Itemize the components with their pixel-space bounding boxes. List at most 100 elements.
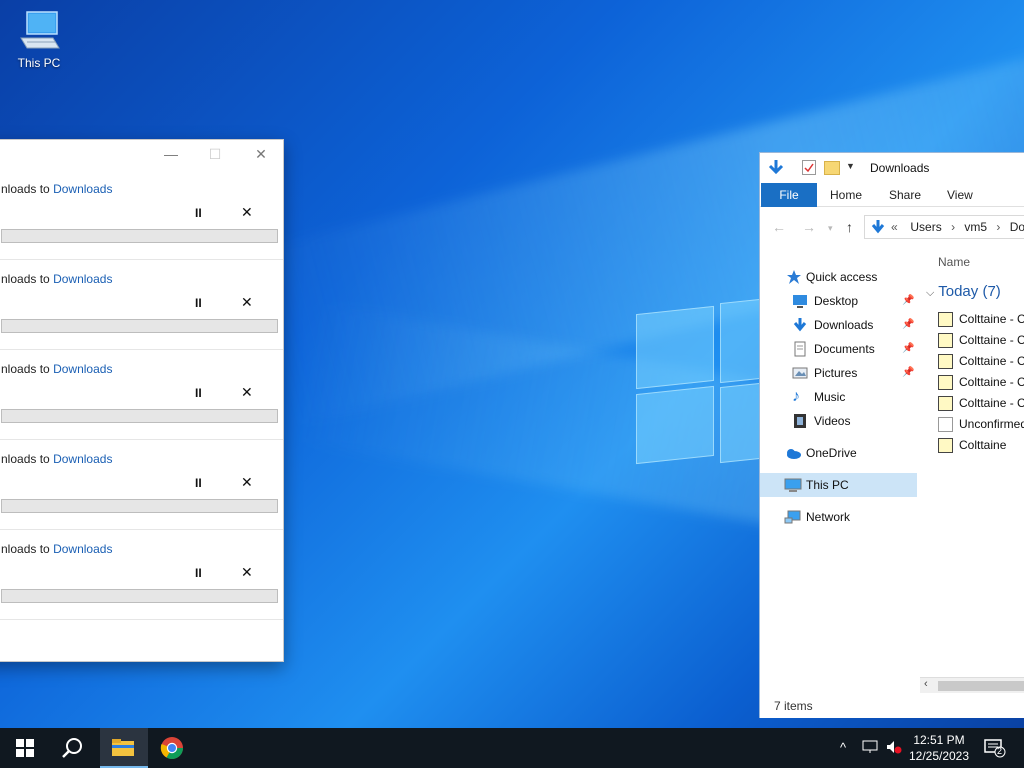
- cancel-button[interactable]: ✕: [241, 294, 253, 311]
- destination-link[interactable]: Downloads: [53, 182, 112, 196]
- desktop-icon-this-pc[interactable]: This PC: [10, 8, 68, 70]
- minimize-button[interactable]: —: [161, 146, 181, 162]
- download-source-text: nloads: [1, 452, 37, 466]
- nav-this-pc[interactable]: This PC: [760, 473, 917, 497]
- show-hidden-icons-chevron-up-icon[interactable]: ^: [840, 740, 846, 755]
- download-source-text: nloads: [1, 542, 37, 556]
- action-center-button[interactable]: 2: [984, 738, 1006, 761]
- address-bar[interactable]: « Users › vm5 › Dow: [864, 215, 1024, 239]
- video-icon: [792, 413, 808, 429]
- nav-desktop[interactable]: Desktop 📌: [760, 289, 917, 313]
- file-explorer-window[interactable]: ▼ Downloads File Home Share View ← → ▾ ↑…: [759, 152, 1024, 718]
- column-header-name[interactable]: Name: [938, 255, 970, 269]
- star-icon: [786, 269, 802, 285]
- nav-network[interactable]: Network: [760, 505, 917, 529]
- download-item: nloads to Downloads II ✕: [0, 260, 283, 350]
- windows-start-icon: [16, 739, 34, 757]
- pause-button[interactable]: II: [195, 296, 202, 310]
- group-header-today[interactable]: ⌵ Today (7): [926, 283, 1001, 300]
- downloads-window[interactable]: — ☐ ✕ nloads to Downloads II ✕ nloads to…: [0, 139, 284, 662]
- download-item: nloads to Downloads II ✕: [0, 440, 283, 530]
- clock-date: 12/25/2023: [908, 749, 970, 763]
- cloud-icon: [784, 445, 801, 461]
- download-item: nloads to Downloads II ✕: [0, 170, 283, 260]
- title-bar[interactable]: — ☐ ✕: [0, 140, 283, 170]
- start-button[interactable]: [0, 728, 48, 768]
- desktop-icon-label: This PC: [17, 56, 61, 70]
- back-arrow-icon[interactable]: ←: [772, 219, 786, 235]
- to-text: to: [39, 362, 50, 376]
- maximize-button[interactable]: ☐: [205, 146, 225, 162]
- progress-bar: [1, 589, 278, 603]
- cancel-button[interactable]: ✕: [241, 474, 253, 491]
- system-clock[interactable]: 12:51 PM 12/25/2023: [900, 732, 978, 764]
- scrollbar-thumb[interactable]: [938, 681, 1024, 691]
- chevron-down-icon[interactable]: ▼: [846, 161, 855, 171]
- tab-file[interactable]: File: [761, 183, 817, 207]
- taskbar-file-explorer[interactable]: [100, 728, 148, 768]
- tab-share[interactable]: Share: [889, 183, 921, 207]
- new-folder-icon[interactable]: [824, 161, 840, 175]
- horizontal-scrollbar[interactable]: ‹: [920, 677, 1024, 693]
- cancel-button[interactable]: ✕: [241, 564, 253, 581]
- scroll-left-icon[interactable]: ‹: [924, 678, 928, 690]
- nav-videos[interactable]: Videos: [760, 409, 917, 433]
- pause-button[interactable]: II: [195, 206, 202, 220]
- destination-link[interactable]: Downloads: [53, 542, 112, 556]
- close-button[interactable]: ✕: [251, 146, 271, 162]
- download-item: nloads to Downloads II ✕: [0, 530, 283, 620]
- file-list: Name ⌵ Today (7) Colttaine - C Colttaine…: [920, 243, 1024, 683]
- download-description: nloads to Downloads: [1, 272, 112, 286]
- desktop-icon: [792, 293, 808, 309]
- nav-music[interactable]: ♪ Music: [760, 385, 917, 409]
- download-description: nloads to Downloads: [1, 542, 112, 556]
- network-status-icon[interactable]: [862, 740, 878, 757]
- up-arrow-icon[interactable]: ↑: [846, 219, 853, 235]
- nav-onedrive[interactable]: OneDrive: [760, 441, 917, 465]
- nav-downloads[interactable]: Downloads 📌: [760, 313, 917, 337]
- nav-label: Music: [814, 390, 846, 404]
- pin-icon: 📌: [902, 343, 915, 354]
- zip-icon: [938, 354, 953, 369]
- taskbar-chrome[interactable]: [148, 728, 196, 768]
- file-name: Colttaine: [959, 438, 1007, 452]
- address-download-icon: [871, 219, 885, 238]
- pause-button[interactable]: II: [195, 386, 202, 400]
- taskbar: ^ 12:51 PM 12/25/2023 2: [0, 728, 1024, 768]
- notification-icon: [984, 739, 1006, 758]
- group-label: Today (7): [938, 283, 1001, 300]
- window-title: Downloads: [870, 161, 930, 175]
- quick-access-toolbar: ▼ Downloads: [760, 153, 1024, 183]
- pause-button[interactable]: II: [195, 476, 202, 490]
- tab-home[interactable]: Home: [830, 183, 862, 207]
- destination-link[interactable]: Downloads: [53, 362, 112, 376]
- properties-icon[interactable]: [802, 160, 816, 175]
- file-name: Colttaine - C: [959, 333, 1024, 347]
- destination-link[interactable]: Downloads: [53, 452, 112, 466]
- tab-view[interactable]: View: [947, 183, 973, 207]
- breadcrumb-users[interactable]: Users: [910, 220, 941, 234]
- download-arrow-icon[interactable]: [768, 159, 784, 180]
- cancel-button[interactable]: ✕: [241, 384, 253, 401]
- nav-quick-access[interactable]: Quick access: [760, 265, 917, 289]
- file-name: Colttaine - C: [959, 396, 1024, 410]
- nav-pictures[interactable]: Pictures 📌: [760, 361, 917, 385]
- clock-time: 12:51 PM: [913, 733, 965, 747]
- navigation-pane: Quick access Desktop 📌 Downloads 📌 Docum…: [760, 263, 917, 623]
- search-button[interactable]: [48, 728, 96, 768]
- address-overflow[interactable]: «: [891, 220, 898, 234]
- nav-documents[interactable]: Documents 📌: [760, 337, 917, 361]
- breadcrumb-separator[interactable]: ›: [996, 220, 1000, 234]
- computer-icon: [17, 8, 61, 52]
- recent-locations-icon[interactable]: ▾: [828, 223, 833, 234]
- breadcrumb-downloads[interactable]: Dow: [1010, 220, 1024, 234]
- breadcrumb-separator[interactable]: ›: [951, 220, 955, 234]
- nav-label: This PC: [806, 478, 849, 492]
- forward-arrow-icon[interactable]: →: [802, 219, 816, 235]
- destination-link[interactable]: Downloads: [53, 272, 112, 286]
- zip-icon: [938, 333, 953, 348]
- pause-button[interactable]: II: [195, 566, 202, 580]
- chevron-down-icon: ⌵: [926, 287, 935, 299]
- cancel-button[interactable]: ✕: [241, 204, 253, 221]
- breadcrumb-vm5[interactable]: vm5: [964, 220, 987, 234]
